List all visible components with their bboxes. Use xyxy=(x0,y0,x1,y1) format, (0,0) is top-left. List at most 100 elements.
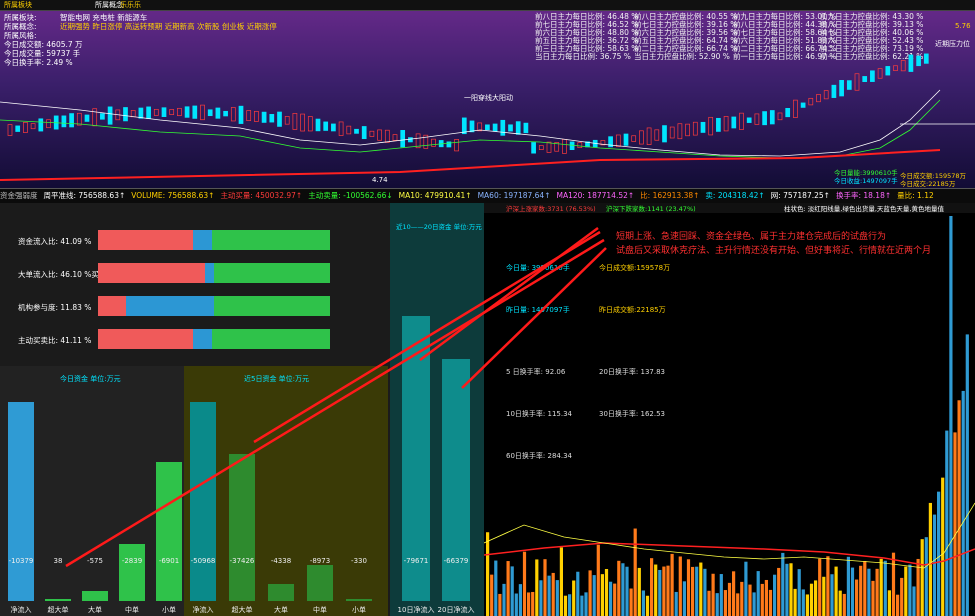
candlestick-chart-panel[interactable]: 所属板块 所属概念 乐乐乐 所属板块: 所属概念: 所属风格: 今日成交额: 4605… xyxy=(0,0,975,188)
candle xyxy=(408,137,413,143)
volume-bar xyxy=(678,556,682,616)
candle xyxy=(61,115,67,128)
volume-bar xyxy=(494,560,498,616)
ratio-label: 大单流入比: 46.10 %买 xyxy=(18,270,99,279)
volume-bar xyxy=(920,539,924,616)
volume-bar xyxy=(662,566,666,616)
ratio-bar-red xyxy=(98,263,205,283)
volume-bar xyxy=(859,565,863,616)
volume-bar xyxy=(809,583,814,616)
ten-day-capital-panel: 近10——20日资金 单位:万元 -79671 10日净流入 -66379 20日净流… xyxy=(390,203,484,616)
flow-bar xyxy=(307,565,333,601)
volume-bar xyxy=(924,537,928,616)
volume-bar xyxy=(953,432,957,616)
volume-bar xyxy=(805,594,809,616)
volume-ma-red xyxy=(484,542,975,566)
candle xyxy=(269,114,275,123)
indicator-value: 主动卖量: -100562.66↓ xyxy=(308,191,393,200)
candle xyxy=(538,145,544,150)
volume-bar xyxy=(559,547,563,616)
candle xyxy=(908,54,914,72)
volume-bar xyxy=(522,551,527,616)
candle xyxy=(107,106,113,125)
volume-svg xyxy=(484,216,975,616)
candle xyxy=(138,107,144,119)
flow-label: 中单 xyxy=(125,606,139,614)
volume-bar xyxy=(908,564,912,616)
volume-bar xyxy=(502,583,506,616)
candle xyxy=(900,60,906,72)
candle xyxy=(461,117,467,135)
candle xyxy=(916,55,921,67)
volume-bar xyxy=(539,580,543,616)
volume-bar xyxy=(641,590,645,616)
candle xyxy=(500,119,506,136)
resistance-label: 近期压力位 xyxy=(935,39,970,48)
candle xyxy=(46,119,51,129)
volume-bar xyxy=(527,592,531,616)
volume-bar xyxy=(604,569,609,616)
volume-bar xyxy=(727,582,732,616)
volume-bar xyxy=(658,569,662,616)
candle xyxy=(692,121,698,136)
flow-bar xyxy=(346,598,372,601)
volume-bar xyxy=(547,575,551,616)
candle xyxy=(315,118,321,132)
flow-value: -37426 xyxy=(229,557,255,565)
candle xyxy=(30,123,36,130)
candle xyxy=(200,104,205,121)
volume-bar xyxy=(768,589,773,616)
candle xyxy=(808,97,814,106)
flow-label: 小单 xyxy=(352,606,366,614)
volume-bar xyxy=(834,566,838,616)
volume-bar xyxy=(621,563,625,616)
chart-toolbar-title: 所属板块 xyxy=(4,1,32,9)
volume-bar xyxy=(896,594,900,616)
candle xyxy=(377,129,382,141)
volume-bar xyxy=(912,586,916,616)
volume-bar xyxy=(773,574,777,616)
candle xyxy=(546,141,552,153)
candle xyxy=(169,109,175,115)
candle xyxy=(238,105,244,124)
flow-label: 10日净流入 xyxy=(397,606,435,614)
volume-bar xyxy=(764,579,768,616)
candle xyxy=(846,80,852,90)
candle xyxy=(261,111,267,123)
ratio-bar xyxy=(98,329,330,349)
candle xyxy=(454,139,459,152)
flow-value: -8973 xyxy=(309,557,331,565)
volume-bar xyxy=(609,581,613,616)
indicator-value: MA60: 197187.64↑ xyxy=(477,191,551,200)
volume-bar xyxy=(846,556,850,616)
candle xyxy=(677,123,683,140)
flow-bar xyxy=(119,544,145,601)
volume-bar xyxy=(617,560,621,616)
volume-bar xyxy=(588,570,592,616)
candle xyxy=(893,65,898,71)
flow-value: -4338 xyxy=(270,557,292,565)
flow-label: 净流入 xyxy=(10,606,32,614)
flow-value: -2839 xyxy=(121,557,143,565)
candle xyxy=(562,138,567,154)
volume-bar xyxy=(744,561,748,616)
flow-bar xyxy=(268,584,294,601)
candle xyxy=(338,121,344,136)
volume-bar xyxy=(629,588,633,616)
ratio-label: 机构参与度: 11.83 % xyxy=(18,303,92,312)
today-volume-overlay: 今日量能:3990610手 xyxy=(834,168,898,177)
five-day-capital-panel: 近5日资金 单位:万元 -50968 净流入 -37426 超大单 -4338 大单 -89… xyxy=(184,366,388,616)
candle xyxy=(685,123,690,137)
candle xyxy=(230,107,236,122)
volume-bar xyxy=(563,595,568,616)
volume-bar xyxy=(486,532,490,616)
indicator-value: 比: 162913.38↑ xyxy=(640,191,700,200)
candle xyxy=(38,118,44,132)
flow-label: 净流入 xyxy=(192,606,214,614)
indicator-value: 卖: 204318.42↑ xyxy=(705,191,765,200)
volume-bar xyxy=(801,589,805,616)
ten-panel-title: 近10——20日资金 单位:万元 xyxy=(396,223,482,231)
volume-bar xyxy=(666,565,670,616)
today-capital-panel: 今日资金 单位:万元 -10379 净流入 38 超大单 -575 大单 -2839 中单 -6… xyxy=(0,366,184,616)
volume-bar xyxy=(838,590,842,616)
